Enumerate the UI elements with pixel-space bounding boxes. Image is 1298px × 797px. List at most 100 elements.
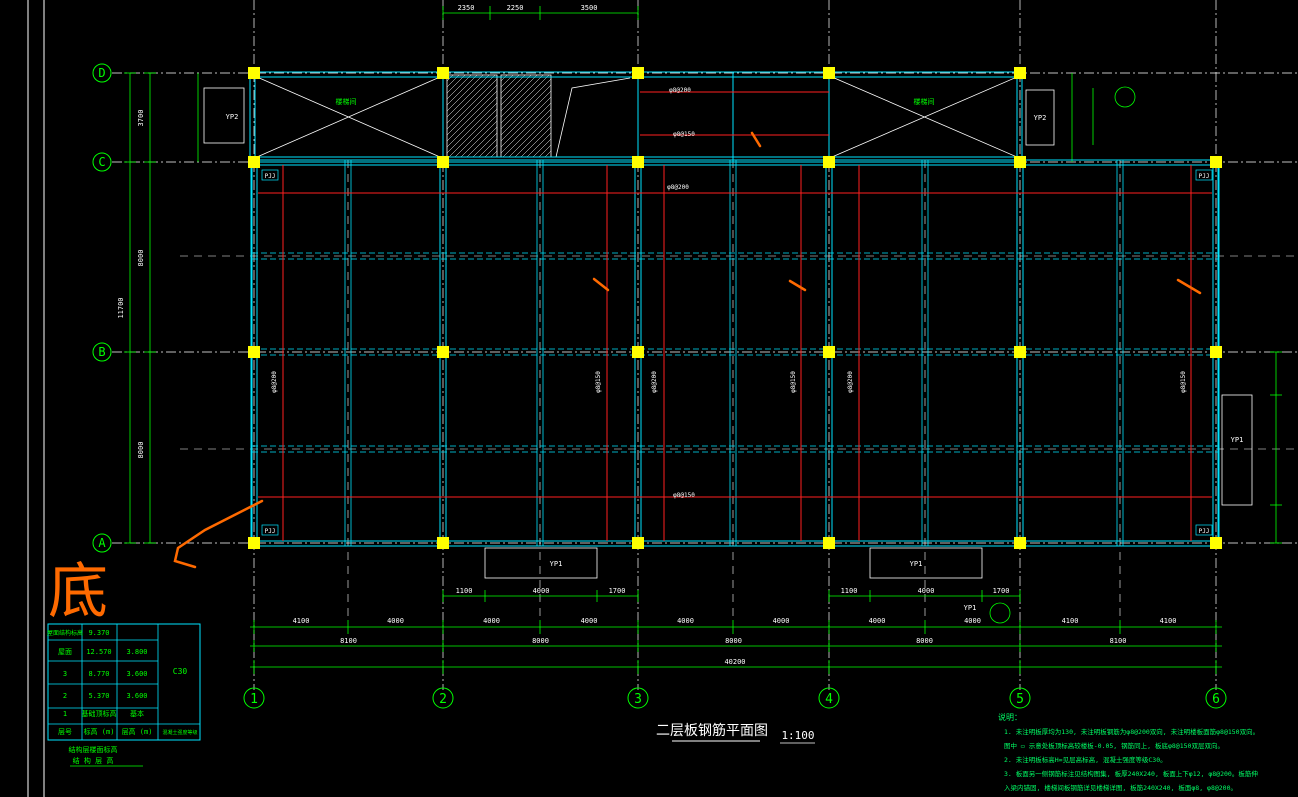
column-5-2	[1014, 346, 1026, 358]
axis-bubbles: 1 2 3 4 5 6 D C B A	[92, 63, 1227, 709]
yp2-label-left: YP2	[226, 113, 239, 121]
table-cell-3-2: 基本	[130, 709, 144, 718]
corner-tag-1: PJJ	[1199, 173, 1210, 180]
rebar-label-3: φ8@200	[667, 184, 689, 191]
dim-r1-1: 4000	[387, 617, 404, 625]
notes-line-4: 入梁内锚固, 楼梯间板钢筋详见楼梯详图, 板筋240X240, 板面φ8, φ8…	[1004, 783, 1237, 792]
table-header-value: 9.370	[88, 629, 109, 637]
hatch-a-hatch	[446, 74, 484, 112]
notes-heading: 说明：	[998, 712, 1022, 722]
stair-label-right: 楼梯间	[914, 97, 935, 106]
table-cell-4-1: 标高 (m)	[84, 727, 115, 736]
yp1-label-bottom-2: YP1	[910, 560, 923, 568]
yp1-label-bottom-1: YP1	[550, 560, 563, 568]
table-concrete-header: 混凝土强度等级	[162, 729, 197, 736]
dim-left-c: 11700	[117, 297, 125, 318]
dim-balc-b2: 4000	[918, 587, 935, 595]
yp1-box-bottom-1	[484, 547, 598, 579]
hatch-b-hatch	[500, 102, 552, 154]
hatch-b-hatch	[500, 84, 552, 136]
hatch-a-hatch	[484, 144, 498, 158]
table-cell-1-0: 3	[63, 670, 67, 678]
rebar-label-v3: φ8@200	[651, 371, 658, 393]
dim-left-d: 8000	[137, 442, 145, 459]
dim-balc-a2: 4000	[533, 587, 550, 595]
yp1-box-right	[1221, 394, 1253, 506]
section-callout-bottom	[989, 602, 1011, 624]
column-6-1	[1210, 156, 1222, 168]
axis-lines	[112, 0, 1298, 690]
column-3-2	[632, 346, 644, 358]
hatch-a-hatch	[460, 120, 498, 158]
rebar-label-v1: φ8@200	[271, 371, 278, 393]
dim-r1-0: 4100	[293, 617, 310, 625]
hatch-b-hatch	[508, 114, 552, 158]
column-2-3	[437, 537, 449, 549]
dim-r1-5: 4000	[773, 617, 790, 625]
table-cell-4-2: 层高 (m)	[122, 727, 153, 736]
hatch-b-hatch	[500, 74, 538, 112]
table-concrete-grade: C30	[173, 667, 188, 676]
dim-r2-4: 8100	[1110, 637, 1127, 645]
hatch-b-hatch	[500, 74, 508, 82]
hatch-b-hatch	[500, 74, 532, 106]
axis-bubble-label-B: B	[98, 345, 105, 359]
rebar-label-v6: φ8@150	[1180, 371, 1187, 393]
markup-arrow	[173, 499, 264, 569]
rebar-lines	[258, 91, 1212, 541]
corner-tag-2: PJJ	[265, 528, 276, 535]
level-table: 屋面结构标高 9.370 屋面 12.570 3.800 3 8.770 3.600 2 5.37…	[47, 623, 201, 767]
notes-line-2: 2. 未注明板标高H=见层高标高, 混凝土强度等级C30。	[1004, 755, 1167, 764]
column-6-3	[1210, 537, 1222, 549]
hatch-a-hatch	[446, 74, 496, 124]
column-5-1	[1014, 156, 1026, 168]
dim-r2-1: 8000	[532, 637, 549, 645]
dim-balc-b1: 1100	[841, 587, 858, 595]
hatch-a-hatch	[472, 132, 498, 158]
hatch-b-hatch	[500, 90, 552, 142]
hatch-a-hatch	[446, 74, 490, 118]
table-cell-3-0: 1	[63, 710, 67, 718]
column-2-2	[437, 346, 449, 358]
table-cell-0-2: 3.800	[126, 648, 147, 656]
table-cell-1-1: 8.770	[88, 670, 109, 678]
yp1-box-bottom-2	[869, 547, 983, 579]
stair-label-left: 楼梯间	[336, 97, 357, 106]
dim-left-b: 8000	[137, 250, 145, 267]
hatch-b-hatch	[500, 74, 526, 100]
table-frame	[47, 623, 201, 741]
stair-zone	[256, 74, 1018, 158]
rebar-label-v4: φ8@150	[790, 371, 797, 393]
dim-r1-4: 4000	[677, 617, 694, 625]
table-cell-0-1: 12.570	[86, 648, 111, 656]
axis-bubble-label-5: 5	[1016, 692, 1024, 707]
notes-line-1: 图中 ▭ 示意处板顶标高较楼板-0.05, 钢筋同上, 板底φ8@150双层双向…	[1004, 741, 1224, 750]
dim-r1-6: 4000	[869, 617, 886, 625]
notes-line-3: 3. 板面另一侧钢筋标注见结构图集, 板厚240X240, 板面上下φ12, φ…	[1004, 769, 1258, 778]
section-callout-top	[1114, 86, 1136, 108]
hatch-b-hatch	[500, 96, 552, 148]
dimension-lines: 4100 4000 4000 4000 4000 4000 4000 4000 4100 4100…	[117, 4, 1282, 674]
axis-bubble-label-C: C	[98, 155, 105, 169]
column-1-0	[248, 67, 260, 79]
orange-markup: 底	[48, 131, 1202, 627]
table-cell-0-0: 屋面	[58, 648, 72, 656]
hatch-a-hatch	[466, 126, 498, 158]
column-5-3	[1014, 537, 1026, 549]
column-5-0	[1014, 67, 1026, 79]
yp1-label-right: YP1	[1231, 436, 1244, 444]
axis-bubble-label-A: A	[98, 536, 106, 550]
column-2-0	[437, 67, 449, 79]
stair-diagonal	[555, 77, 631, 158]
dim-top-3: 3500	[581, 4, 598, 12]
dim-r1-7: 4000	[964, 617, 981, 625]
beams	[203, 71, 1253, 579]
column-2-1	[437, 156, 449, 168]
rebar-label-4: φ8@150	[673, 492, 695, 499]
columns	[248, 67, 1222, 549]
hatch-a-hatch	[446, 78, 498, 130]
axis-bubble-label-3: 3	[634, 692, 642, 707]
markup-character: 底	[48, 557, 108, 627]
axis-bubble-label-2: 2	[439, 692, 447, 707]
hatch-b-hatch	[544, 150, 552, 158]
